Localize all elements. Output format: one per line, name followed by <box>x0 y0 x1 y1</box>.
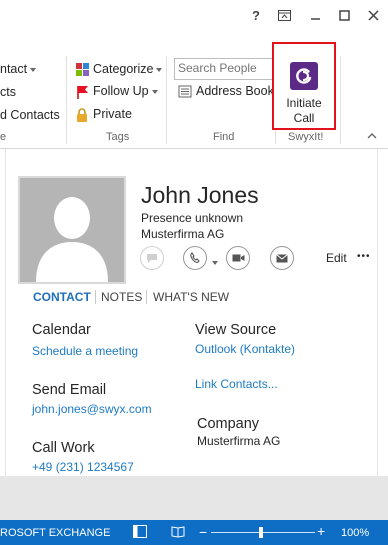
tags-group-label: Tags <box>106 131 130 143</box>
maximize-icon <box>338 9 350 21</box>
swyxit-group-label: SwyxIt! <box>288 131 324 143</box>
empty-reading-area <box>0 476 388 520</box>
call-work-header: Call Work <box>32 440 95 456</box>
link-contacts-link[interactable]: Link Contacts... <box>195 377 278 391</box>
follow-up-button[interactable]: Follow Up <box>76 84 158 99</box>
ribbon-separator <box>166 56 167 144</box>
chat-icon <box>147 253 157 263</box>
ribbon-separator <box>66 56 67 144</box>
ribbon-display-icon <box>277 9 291 21</box>
maximize-button[interactable] <box>332 4 356 26</box>
tab-divider <box>146 290 147 304</box>
navigation-pane-edge <box>0 149 6 476</box>
search-people-input[interactable] <box>175 59 274 77</box>
source-link[interactable]: Outlook (Kontakte) <box>195 342 295 356</box>
close-button[interactable] <box>361 4 385 26</box>
add-contacts-button[interactable]: d Contacts <box>0 108 60 122</box>
categorize-label: Categorize <box>93 62 154 76</box>
initiate-call-label-line2: Call <box>293 111 315 125</box>
zoom-level[interactable]: 100% <box>341 527 369 539</box>
lock-icon <box>77 107 87 122</box>
chevron-down-icon <box>156 67 163 72</box>
view-source-header: View Source <box>195 322 277 338</box>
zoom-slider-track[interactable] <box>211 532 315 533</box>
flag-icon <box>77 85 88 99</box>
video-call-button[interactable] <box>226 246 250 270</box>
reading-view-icon <box>171 526 185 538</box>
swyx-logo-icon <box>290 62 318 90</box>
contacts-button[interactable]: cts <box>0 85 16 99</box>
chevron-down-icon <box>30 67 37 72</box>
contact-dropdown-label: ntact <box>0 62 28 76</box>
company-value: Musterfirma AG <box>197 434 281 448</box>
normal-view-button[interactable] <box>133 525 147 538</box>
email-link[interactable]: john.jones@swyx.com <box>32 402 152 416</box>
minimize-button[interactable] <box>303 4 327 26</box>
address-book-button[interactable]: Address Book <box>178 84 274 98</box>
envelope-icon <box>276 253 288 262</box>
contact-dropdown[interactable]: ntact <box>0 62 37 76</box>
initiate-call-label-line1: Initiate <box>286 96 322 110</box>
company-header: Company <box>197 416 260 432</box>
tab-whats-new[interactable]: WHAT'S NEW <box>153 290 229 304</box>
zoom-in-button[interactable]: + <box>317 523 325 539</box>
ribbon-group-label: e <box>0 131 7 143</box>
categorize-button[interactable]: Categorize <box>76 62 163 77</box>
call-button[interactable] <box>183 246 207 270</box>
address-book-label: Address Book <box>196 84 274 98</box>
vertical-scrollbar[interactable] <box>377 149 388 476</box>
phone-icon <box>190 252 200 264</box>
title-bar: ? <box>0 0 388 30</box>
collapse-ribbon-button[interactable] <box>367 132 377 139</box>
send-email-header: Send Email <box>32 382 107 398</box>
presence-status: Presence unknown <box>141 211 244 225</box>
call-options-dropdown[interactable] <box>209 254 218 272</box>
calendar-header: Calendar <box>32 322 91 338</box>
tab-contact[interactable]: CONTACT <box>33 290 91 304</box>
address-book-icon <box>178 85 192 98</box>
private-button[interactable]: Private <box>76 107 132 122</box>
tab-divider <box>95 290 96 304</box>
minimize-icon <box>310 17 320 20</box>
contact-photo[interactable] <box>20 178 124 282</box>
close-icon <box>367 9 379 21</box>
help-button[interactable]: ? <box>244 4 268 26</box>
connection-status: ROSOFT EXCHANGE <box>0 527 111 539</box>
ribbon-separator <box>340 56 341 144</box>
find-group-label: Find <box>213 131 235 143</box>
follow-up-label: Follow Up <box>93 84 149 98</box>
edit-button[interactable]: Edit <box>326 251 347 265</box>
chevron-down-icon <box>212 260 218 265</box>
chevron-up-icon <box>367 133 377 139</box>
normal-view-icon <box>133 525 147 538</box>
more-options-button[interactable]: ••• <box>357 251 371 262</box>
im-button[interactable] <box>140 246 164 270</box>
video-camera-icon <box>232 254 244 262</box>
status-bar: ROSOFT EXCHANGE − + 100% <box>0 520 388 545</box>
contact-name: John Jones <box>141 182 259 208</box>
search-people-box[interactable] <box>174 58 274 80</box>
email-button[interactable] <box>270 246 294 270</box>
work-phone-link[interactable]: +49 (231) 1234567 <box>32 460 134 474</box>
schedule-meeting-link[interactable]: Schedule a meeting <box>32 344 138 358</box>
contact-company: Musterfirma AG <box>141 227 225 241</box>
tab-notes[interactable]: NOTES <box>101 290 142 304</box>
zoom-out-button[interactable]: − <box>199 524 207 540</box>
initiate-call-button[interactable]: Initiate Call <box>276 46 332 126</box>
zoom-slider-thumb[interactable] <box>259 527 263 538</box>
chevron-down-icon <box>151 89 158 94</box>
ribbon-display-options-button[interactable] <box>272 4 296 26</box>
person-silhouette-icon <box>36 197 108 282</box>
reading-view-button[interactable] <box>171 525 185 538</box>
categorize-icon <box>76 63 89 77</box>
private-label: Private <box>93 107 132 121</box>
